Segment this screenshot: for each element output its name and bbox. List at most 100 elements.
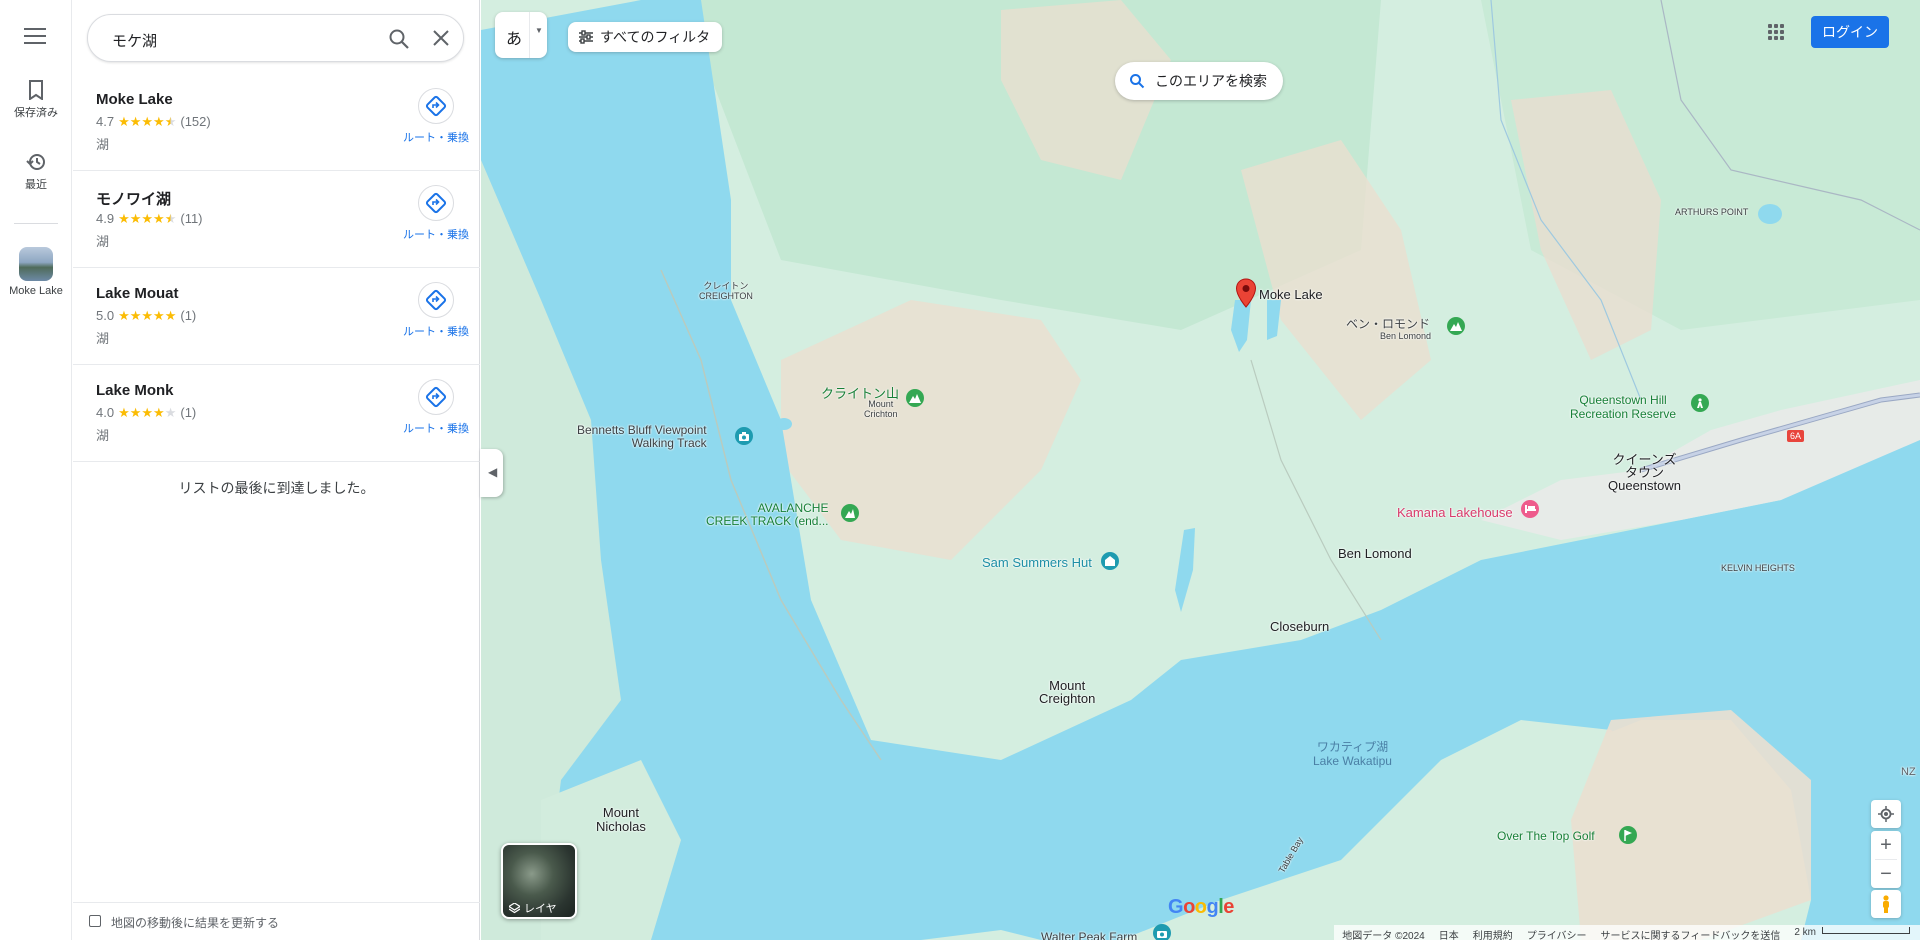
menu-icon[interactable]: [24, 28, 46, 44]
input-language-button[interactable]: あ ▼: [495, 12, 547, 58]
map-label-mt-crichton-en[interactable]: Mount Crichton: [864, 399, 898, 419]
apps-grid-icon[interactable]: [1768, 24, 1784, 40]
recent-place-moke-lake[interactable]: Moke Lake: [0, 247, 72, 297]
map-label-queenstown[interactable]: クイーンズ タウン Queenstown: [1608, 453, 1681, 492]
collapse-panel-button[interactable]: ◀: [480, 449, 503, 497]
privacy-link[interactable]: プライバシー: [1527, 927, 1587, 940]
close-icon[interactable]: [432, 29, 450, 47]
map-label-nz: NZ: [1901, 766, 1916, 778]
map-canvas[interactable]: あ ▼ すべてのフィルタ このエリアを検索 ログイン Moke Lake ベン・…: [481, 0, 1920, 940]
search-icon[interactable]: [388, 28, 410, 50]
star-full-icon: ★: [141, 405, 154, 420]
zoom-in-button[interactable]: +: [1871, 831, 1901, 859]
street-view-pegman[interactable]: [1871, 890, 1901, 918]
directions-label: ルート・乗換: [403, 229, 469, 241]
result-type: 湖: [96, 137, 110, 152]
results-panel: モケ湖 Moke Lake 4.7 ★★★★★ (152) 湖ルート・乗換 モノワイ湖 4.…: [73, 0, 480, 940]
map-label-ben-lomond-en[interactable]: Ben Lomond: [1380, 331, 1431, 341]
hiking-icon[interactable]: [1691, 394, 1709, 412]
recent-label: 最近: [25, 179, 47, 191]
result-rating: 4.9 ★★★★★ (11): [96, 211, 203, 227]
result-name[interactable]: モノワイ湖: [96, 188, 171, 209]
map-label-avalanche-line1: AVALANCHE: [757, 501, 829, 515]
map-label-bennetts-bluff[interactable]: Bennetts Bluff Viewpoint Walking Track: [577, 424, 707, 450]
bookmark-icon: [29, 80, 43, 100]
map-label-lake-wakatipu[interactable]: ワカティプ湖 Lake Wakatipu: [1313, 740, 1392, 768]
star-full-icon: ★: [118, 405, 130, 420]
language-dropdown-button[interactable]: ▼: [529, 12, 547, 58]
feedback-link[interactable]: サービスに関するフィードバックを送信: [1601, 927, 1781, 940]
result-name[interactable]: Lake Monk: [96, 382, 174, 399]
result-item[interactable]: モノワイ湖 4.9 ★★★★★ (11) 湖ルート・乗換: [73, 171, 480, 268]
terms-link[interactable]: 利用規約: [1473, 927, 1513, 940]
search-this-area-button[interactable]: このエリアを検索: [1115, 62, 1283, 100]
update-on-move-label: 地図の移動後に結果を更新する: [111, 916, 280, 930]
map-label-arthurs-point[interactable]: ARTHURS POINT: [1675, 207, 1748, 217]
star-half-icon: ★: [164, 114, 177, 129]
zoom-out-button[interactable]: −: [1871, 860, 1901, 888]
update-on-move-checkbox[interactable]: [89, 915, 101, 927]
chevron-down-icon: ▼: [535, 26, 543, 35]
layers-label-row: レイヤ: [509, 900, 557, 916]
star-full-icon: ★: [153, 114, 165, 129]
mountain-icon[interactable]: [1447, 317, 1465, 335]
search-box[interactable]: モケ湖: [87, 14, 464, 62]
camera-icon[interactable]: [735, 427, 753, 445]
result-name[interactable]: Lake Mouat: [96, 285, 179, 302]
directions-button[interactable]: ルート・乗換: [398, 379, 474, 436]
map-label-sam-summers-hut[interactable]: Sam Summers Hut: [982, 555, 1092, 570]
map-label-bennetts-line2: Walking Track: [631, 436, 707, 450]
map-label-moke-lake[interactable]: Moke Lake: [1259, 287, 1323, 302]
mountain-icon[interactable]: [906, 389, 924, 407]
search-input[interactable]: モケ湖: [112, 30, 157, 51]
all-filters-button[interactable]: すべてのフィルタ: [568, 22, 723, 52]
hotel-icon[interactable]: [1521, 500, 1539, 518]
map-label-kamana-lakehouse[interactable]: Kamana Lakehouse: [1397, 505, 1513, 520]
map-label-over-the-top-golf[interactable]: Over The Top Golf: [1497, 829, 1595, 843]
map-label-kelvin-heights[interactable]: KELVIN HEIGHTS: [1721, 563, 1795, 573]
map-label-bennetts-line1: Bennetts Bluff Viewpoint: [577, 423, 707, 437]
review-count: (11): [180, 211, 203, 226]
tune-icon: [579, 30, 593, 44]
hiking-icon[interactable]: [841, 504, 859, 522]
scale-label: 2 km: [1794, 927, 1816, 938]
saved-button[interactable]: 保存済み: [0, 80, 72, 120]
map-label-mt-crichton-line1: Mount: [868, 399, 894, 409]
my-location-button[interactable]: [1871, 800, 1901, 828]
result-rating: 4.7 ★★★★★ (152): [96, 114, 211, 130]
recent-place-label: Moke Lake: [9, 285, 63, 297]
map-label-creighton[interactable]: クレイトン CREIGHTON: [699, 281, 753, 301]
rating-stars: ★★★★★: [118, 308, 176, 323]
map-label-mount-creighton-line2: Creighton: [1039, 691, 1096, 706]
map-label-avalanche-creek[interactable]: AVALANCHE CREEK TRACK (end...: [706, 502, 828, 528]
result-item[interactable]: Moke Lake 4.7 ★★★★★ (152) 湖ルート・乗換: [73, 74, 480, 171]
recent-button[interactable]: 最近: [0, 152, 72, 192]
directions-button[interactable]: ルート・乗換: [398, 282, 474, 339]
rating-value: 4.7: [96, 114, 115, 129]
map-label-mount-nicholas[interactable]: Mount Nicholas: [596, 806, 646, 834]
map-label-wakatipu-en: Lake Wakatipu: [1313, 754, 1392, 768]
layers-button[interactable]: レイヤ: [501, 843, 577, 919]
location-pin-icon[interactable]: [1235, 278, 1257, 308]
saved-label: 保存済み: [14, 107, 58, 119]
login-button[interactable]: ログイン: [1811, 16, 1889, 48]
country-link[interactable]: 日本: [1439, 927, 1459, 940]
hut-icon[interactable]: [1101, 552, 1119, 570]
result-item[interactable]: Lake Monk 4.0 ★★★★★ (1) 湖ルート・乗換: [73, 365, 480, 462]
golf-icon[interactable]: [1619, 826, 1637, 844]
map-label-mount-creighton[interactable]: Mount Creighton: [1039, 679, 1095, 705]
result-item[interactable]: Lake Mouat 5.0 ★★★★★ (1) 湖ルート・乗換: [73, 268, 480, 365]
result-name[interactable]: Moke Lake: [96, 91, 173, 108]
map-label-mount-nicholas-line1: Mount: [602, 805, 639, 820]
map-label-queenstown-hill[interactable]: Queenstown Hill Recreation Reserve: [1570, 393, 1676, 421]
directions-button[interactable]: ルート・乗換: [398, 88, 474, 145]
history-icon: [26, 154, 45, 170]
star-empty-icon: ★: [164, 405, 177, 420]
rating-value: 5.0: [96, 308, 115, 323]
map-label-closeburn[interactable]: Closeburn: [1270, 619, 1329, 634]
directions-button[interactable]: ルート・乗換: [398, 185, 474, 242]
map-label-ben-lomond-jp[interactable]: ベン・ロモンド: [1346, 315, 1430, 332]
scale-bar[interactable]: 2 km: [1794, 927, 1910, 940]
map-label-ben-lomond-area[interactable]: Ben Lomond: [1338, 546, 1412, 561]
pegman-icon: [1871, 890, 1901, 918]
